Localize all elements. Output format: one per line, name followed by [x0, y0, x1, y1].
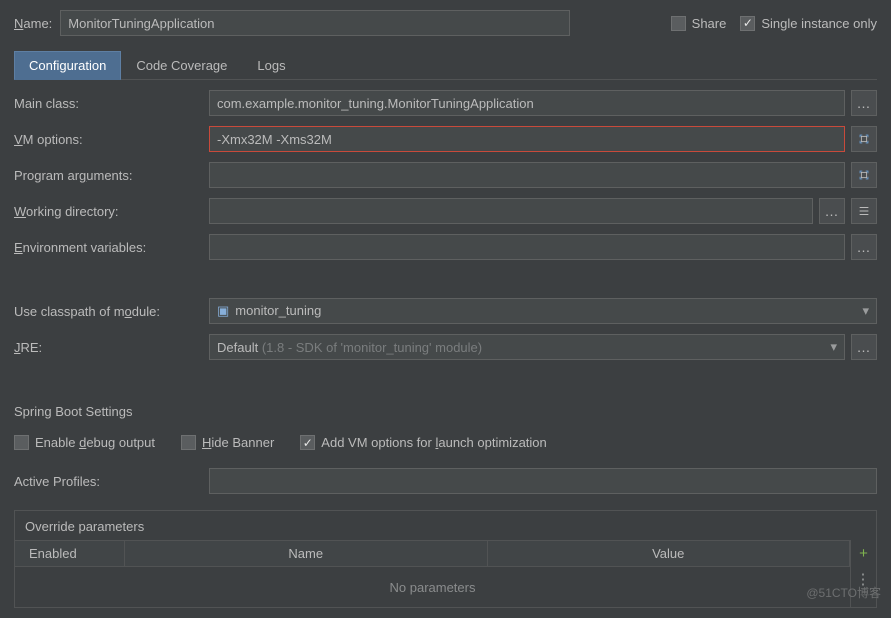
col-name[interactable]: Name — [125, 541, 488, 566]
add-vm-options-checkbox[interactable]: ✓ Add VM options for launch optimization — [300, 435, 546, 450]
more-icon: … — [857, 95, 872, 111]
working-dir-macros-button[interactable] — [851, 198, 877, 224]
override-params-title: Override parameters — [15, 517, 876, 540]
name-label: Name: — [14, 16, 52, 31]
list-icon — [857, 204, 871, 218]
browse-jre-button[interactable]: … — [851, 334, 877, 360]
checkbox-icon: ✓ — [740, 16, 755, 31]
chevron-down-icon: ▾ — [830, 339, 837, 355]
share-label: Share — [692, 16, 727, 31]
jre-value-detail: (1.8 - SDK of 'monitor_tuning' module) — [262, 340, 482, 355]
hide-banner-checkbox[interactable]: Hide Banner — [181, 435, 274, 450]
more-icon: … — [857, 239, 872, 255]
add-vm-options-label: Add VM options for launch optimization — [321, 435, 546, 450]
enable-debug-checkbox[interactable]: Enable debug output — [14, 435, 155, 450]
jre-select[interactable]: Default (1.8 - SDK of 'monitor_tuning' m… — [209, 334, 845, 360]
working-dir-input[interactable] — [209, 198, 813, 224]
hide-banner-label: Hide Banner — [202, 435, 274, 450]
classpath-label: Use classpath of module: — [14, 304, 209, 319]
main-class-input[interactable] — [209, 90, 845, 116]
checkbox-icon — [181, 435, 196, 450]
share-checkbox[interactable]: Share — [671, 16, 727, 31]
expand-icon — [857, 132, 871, 146]
jre-value-main: Default — [217, 340, 262, 355]
tab-code-coverage[interactable]: Code Coverage — [121, 51, 242, 80]
env-vars-input[interactable] — [209, 234, 845, 260]
checkbox-icon: ✓ — [300, 435, 315, 450]
watermark: @51CTO博客 — [806, 584, 881, 601]
override-table-header: Enabled Name Value — [15, 540, 850, 567]
plus-icon: + — [859, 545, 868, 562]
folder-icon: ▣ — [217, 303, 229, 318]
name-input[interactable] — [60, 10, 570, 36]
tab-configuration[interactable]: Configuration — [14, 51, 121, 80]
single-instance-label: Single instance only — [761, 16, 877, 31]
checkbox-icon — [14, 435, 29, 450]
jre-label: JRE: — [14, 340, 209, 355]
tabs: Configuration Code Coverage Logs — [14, 50, 877, 80]
working-dir-label: Working directory: — [14, 204, 209, 219]
expand-vm-options-button[interactable] — [851, 126, 877, 152]
col-enabled[interactable]: Enabled — [15, 541, 125, 566]
col-value[interactable]: Value — [488, 541, 851, 566]
add-parameter-button[interactable]: + — [851, 540, 876, 566]
override-table-empty: No parameters — [15, 567, 850, 607]
more-icon: … — [857, 339, 872, 355]
expand-icon — [857, 168, 871, 182]
env-vars-label: Environment variables: — [14, 240, 209, 255]
active-profiles-label: Active Profiles: — [14, 474, 209, 489]
classpath-value: monitor_tuning — [235, 303, 321, 318]
browse-env-vars-button[interactable]: … — [851, 234, 877, 260]
program-args-input[interactable] — [209, 162, 845, 188]
enable-debug-label: Enable debug output — [35, 435, 155, 450]
spring-settings-title: Spring Boot Settings — [14, 404, 877, 419]
active-profiles-input[interactable] — [209, 468, 877, 494]
browse-working-dir-button[interactable]: … — [819, 198, 845, 224]
chevron-down-icon: ▾ — [862, 303, 869, 319]
expand-program-args-button[interactable] — [851, 162, 877, 188]
classpath-select[interactable]: ▣ monitor_tuning ▾ — [209, 298, 877, 324]
single-instance-checkbox[interactable]: ✓ Single instance only — [740, 16, 877, 31]
main-class-label: Main class: — [14, 96, 209, 111]
browse-main-class-button[interactable]: … — [851, 90, 877, 116]
vm-options-input[interactable] — [209, 126, 845, 152]
checkbox-icon — [671, 16, 686, 31]
tab-logs[interactable]: Logs — [242, 51, 300, 80]
vm-options-label: VM options: — [14, 132, 209, 147]
program-args-label: Program arguments: — [14, 168, 209, 183]
more-icon: … — [825, 203, 840, 219]
